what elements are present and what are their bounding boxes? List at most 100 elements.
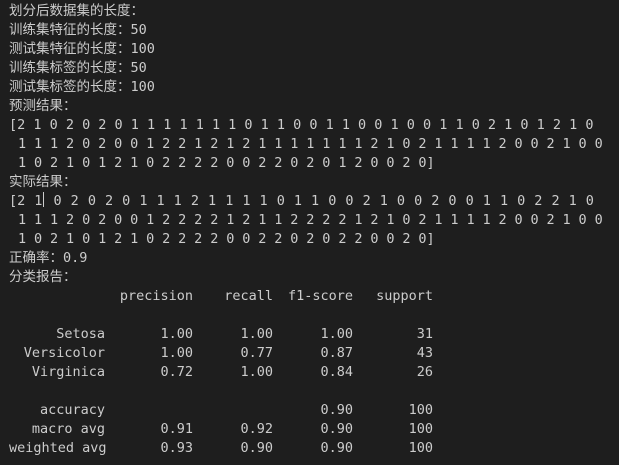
report-col-precision: precision <box>119 288 193 304</box>
array-value: 2 <box>114 231 123 247</box>
array-value: 1 <box>260 117 269 133</box>
report-body: Setosa 1.00 1.00 1.00 31 Versicolor 1.00 0.77 0.… <box>9 325 615 458</box>
accuracy-line: 正确率：0.9 <box>9 250 88 266</box>
array-value: 2 <box>322 212 331 228</box>
array-value: 2 <box>418 136 427 152</box>
array-value: 2 <box>50 231 59 247</box>
array-value: 1 <box>139 193 148 209</box>
report-cell: 0.93 <box>160 440 193 456</box>
array-value: 2 <box>194 155 203 171</box>
array-value: 1 <box>18 212 27 228</box>
array-value: 1 <box>504 117 513 133</box>
array-value: 1 <box>290 136 299 152</box>
array-value: 1 <box>274 212 283 228</box>
array-value: 1 <box>293 193 303 209</box>
array-value: 0 <box>309 117 318 133</box>
array-value: 2 <box>178 212 187 228</box>
array-value: 0 <box>82 136 91 152</box>
report-row-label: Virginica <box>31 364 105 380</box>
report-spacer <box>9 306 615 325</box>
array-value: 2 <box>354 155 363 171</box>
array-value: 0 <box>34 231 43 247</box>
array-value: 1 <box>434 136 443 152</box>
prediction-array-line-1: [2 1 0 2 0 2 0 1 1 1 1 1 1 1 0 1 1 0 0 1 1 0 0 1 0 0 1 1 0 2 1 0 1 2 1 0 <box>9 116 602 135</box>
array-value: 1 <box>311 193 320 209</box>
array-value: 2 <box>65 117 74 133</box>
array-value: 1 <box>276 117 286 133</box>
report-cell: 43 <box>416 345 433 361</box>
array-value: 0 <box>370 231 379 247</box>
array-value: 1 <box>386 136 395 152</box>
array-value: 2 <box>551 193 560 209</box>
array-value: 0 <box>130 212 139 228</box>
array-value: 1 <box>259 193 268 209</box>
array-value: 0] <box>418 155 435 171</box>
array-value: 0 <box>530 136 539 152</box>
array-value: 1 <box>434 212 443 228</box>
array-value: 2 <box>362 193 371 209</box>
array-value: 1 <box>569 117 578 133</box>
array-value: 1 <box>338 136 347 152</box>
array-value: 0 <box>82 212 91 228</box>
report-row: Virginica 0.72 1.00 0.84 26 <box>9 363 615 382</box>
array-value: 2 <box>178 231 187 247</box>
array-value: 1 <box>33 117 42 133</box>
array-value: 2 <box>306 155 315 171</box>
array-value: 2 <box>194 212 203 228</box>
array-value: 2 <box>162 155 171 171</box>
array-value: 2 <box>98 117 107 133</box>
array-value: 1 <box>258 136 267 152</box>
array-value: 0 <box>293 117 302 133</box>
array-value: 2 <box>402 155 411 171</box>
array-value: [2 <box>9 117 26 133</box>
array-value: 1 <box>562 212 571 228</box>
array-value: 1 <box>482 136 491 152</box>
array-value: 1 <box>450 136 459 152</box>
array-value: 1 <box>354 212 363 228</box>
array-value: 0 <box>114 136 123 152</box>
array-value: 1 <box>34 136 43 152</box>
array-value: 2 <box>50 155 59 171</box>
train-label-length: 训练集标签的长度：50 <box>9 60 147 76</box>
report-col-support: support <box>376 288 433 304</box>
array-value: 1 <box>195 117 204 133</box>
array-value: 2 <box>178 155 187 171</box>
array-value: 0 <box>578 212 587 228</box>
array-value: 0 <box>290 155 299 171</box>
report-col-recall: recall <box>224 288 273 304</box>
array-value: 2 <box>274 231 283 247</box>
report-cell: 1.00 <box>160 326 193 342</box>
array-value: 1 <box>322 136 331 152</box>
array-value: 0 <box>585 117 594 133</box>
array-value: 2 <box>242 136 251 152</box>
array-value: 2 <box>306 212 315 228</box>
array-value: 1 <box>562 136 571 152</box>
array-value: 1 <box>466 136 475 152</box>
report-cell: 0.72 <box>160 364 193 380</box>
array-value: 0 <box>578 136 587 152</box>
array-value: 2 <box>210 231 219 247</box>
report-cell: 0.90 <box>320 421 353 437</box>
array-value: 2 <box>370 212 379 228</box>
report-header: 分类报告： <box>9 269 77 285</box>
array-value: 0 <box>448 193 457 209</box>
array-value: 1 <box>226 212 235 228</box>
array-value: 0 <box>402 212 411 228</box>
array-value: 1 <box>146 136 155 152</box>
array-value: 1 <box>439 117 448 133</box>
array-value: 1 <box>274 136 283 152</box>
array-value: 0 <box>242 155 251 171</box>
array-value: 1 <box>18 136 27 152</box>
report-cell: 0.90 <box>240 440 273 456</box>
array-value: 0 <box>530 212 539 228</box>
report-row <box>9 382 615 401</box>
array-value: 0 <box>82 117 91 133</box>
array-value: 0 <box>517 193 526 209</box>
array-value: 2 <box>274 155 283 171</box>
array-value: 1 <box>338 155 347 171</box>
array-value: 0 <box>396 193 406 209</box>
array-value: 2 <box>242 212 251 228</box>
array-value: 0 <box>146 155 155 171</box>
report-cell: 0.90 <box>320 402 353 418</box>
array-value: 0] <box>418 231 435 247</box>
